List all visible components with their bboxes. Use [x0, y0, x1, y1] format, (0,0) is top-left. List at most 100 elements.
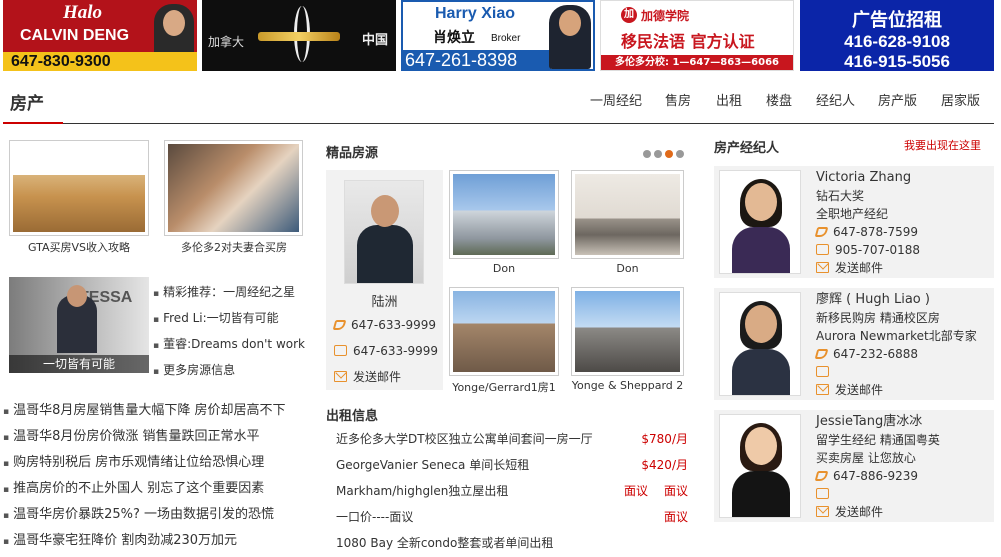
- ad-for-rent[interactable]: 广告位招租 416-628-9108 416-915-5056: [800, 0, 994, 71]
- nav-item-real-estate-board[interactable]: 房产版: [878, 90, 917, 109]
- carousel-dot[interactable]: [643, 150, 651, 158]
- agent-phone: 647-633-9999: [351, 318, 437, 332]
- property-card[interactable]: [449, 287, 559, 376]
- news-item[interactable]: 温哥华豪宅狂降价 割肉劲减230万加元: [3, 529, 308, 555]
- property-card[interactable]: [571, 287, 684, 376]
- nav-item-weekly-agent[interactable]: 一周经纪: [590, 90, 642, 109]
- nav-item-agents[interactable]: 经纪人: [816, 90, 855, 109]
- agent-line-1: 新移民购房 精通校区房: [816, 311, 940, 325]
- property-caption[interactable]: Yonge & Sheppard 2: [571, 379, 684, 392]
- agent-mail-row[interactable]: 发送邮件: [334, 368, 401, 385]
- nav-item-for-sale[interactable]: 售房: [665, 90, 691, 109]
- news-item[interactable]: 温哥华8月份房价微涨 销售量跌回正常水平: [3, 425, 308, 451]
- send-mail-link[interactable]: 发送邮件: [353, 370, 401, 384]
- list-item[interactable]: Fred Li:一切皆有可能: [153, 309, 305, 335]
- rental-price-2: 面议: [663, 484, 688, 498]
- agent-phone-row: 647-633-9999: [334, 344, 438, 358]
- send-mail-link[interactable]: 发送邮件: [835, 383, 883, 397]
- list-item[interactable]: 精彩推荐：一周经纪之星: [153, 283, 305, 309]
- header-accent: [3, 122, 63, 124]
- news-item[interactable]: 温哥华房价暴跌25%? 一场由数据引发的恐慌: [3, 503, 308, 529]
- join-agents-link[interactable]: 我要出现在这里: [904, 137, 981, 153]
- agent-phone: 647-886-9239: [833, 469, 919, 483]
- agent-photo[interactable]: [719, 170, 801, 274]
- feature-image[interactable]: TESSA 一切皆有可能: [9, 277, 149, 373]
- thumb-caption[interactable]: 多伦多2对夫妻合买房: [164, 239, 304, 255]
- ad-agent-role: Broker: [491, 33, 521, 44]
- property-card[interactable]: [571, 170, 684, 259]
- send-mail-link[interactable]: 发送邮件: [835, 261, 883, 275]
- nav-item-for-rent[interactable]: 出租: [716, 90, 742, 109]
- agent-head: [745, 427, 777, 465]
- agent-line-1: 钻石大奖: [816, 189, 865, 203]
- rental-price: $780/月: [641, 432, 688, 446]
- agent-name[interactable]: 陆洲: [326, 291, 443, 310]
- rental-price: $420/月: [641, 458, 688, 472]
- agent-mail-row[interactable]: 发送邮件: [816, 503, 940, 521]
- featured-listings-title: 精品房源: [326, 146, 379, 161]
- nav-item-home-board[interactable]: 居家版: [941, 90, 980, 109]
- rental-row[interactable]: GeorgeVanier Seneca 单间长短租 $420/月: [336, 456, 688, 482]
- thumb-couples-buying[interactable]: [164, 140, 303, 236]
- property-photo: [453, 174, 555, 255]
- ad-phone: 647-830-9300: [3, 52, 197, 71]
- property-caption[interactable]: Don: [571, 262, 684, 275]
- property-caption[interactable]: Don: [449, 262, 559, 275]
- ad-harry-xiao[interactable]: Harry Xiao 肖焕立 Broker 647-261-8398: [401, 0, 595, 71]
- rental-row[interactable]: Markham/highglen独立屋出租 面议 面议: [336, 482, 688, 508]
- agent-mail-row[interactable]: 发送邮件: [816, 259, 920, 277]
- rental-title[interactable]: GeorgeVanier Seneca 单间长短租: [336, 456, 529, 473]
- agent-line-2: 买卖房屋 让您放心: [816, 451, 916, 465]
- agent-figure: [357, 225, 413, 283]
- phone-icon: [814, 227, 829, 237]
- property-card[interactable]: [449, 170, 559, 259]
- news-item[interactable]: 推高房价的不止外国人 别忘了这个重要因素: [3, 477, 308, 503]
- list-item[interactable]: 董睿:Dreams don't work: [153, 335, 305, 361]
- send-mail-link[interactable]: 发送邮件: [835, 505, 883, 519]
- ad-jiade-college[interactable]: 加 加德学院 移民法语 官方认证 多伦多分校: 1—647—863—6066: [600, 0, 794, 71]
- houses-image: [13, 144, 145, 232]
- bottle-icon: [258, 32, 340, 41]
- news-item[interactable]: 购房特别税后 房市乐观情绪让位给恐惧心理: [3, 451, 308, 477]
- ad-canada-china[interactable]: 加拿大 中国: [202, 0, 396, 71]
- agent-photo[interactable]: [344, 180, 424, 284]
- rental-title[interactable]: 1080 Bay 全新condo整套或者单间出租: [336, 534, 553, 551]
- carousel-dot[interactable]: [654, 150, 662, 158]
- agent-phone: 647-232-6888: [833, 347, 919, 361]
- carousel-dot[interactable]: [676, 150, 684, 158]
- rental-row[interactable]: 近多伦多大学DT校区独立公寓单间套间一房一厅 $780/月: [336, 430, 688, 456]
- agent-head: [371, 195, 399, 227]
- agent-figure: [732, 227, 790, 273]
- news-item[interactable]: 温哥华8月房屋销售量大幅下降 房价却居高不下: [3, 399, 308, 425]
- agent-mail-row[interactable]: 发送邮件: [816, 381, 977, 399]
- carousel-dot-active[interactable]: [665, 150, 673, 158]
- rental-price: 面议: [663, 510, 688, 524]
- agent-name[interactable]: Victoria Zhang: [816, 169, 920, 187]
- telephone-icon: [816, 244, 829, 255]
- list-item[interactable]: 更多房源信息: [153, 361, 305, 387]
- listing-agent-card: 陆洲 647-633-9999 647-633-9999 发送邮件: [326, 170, 443, 390]
- ad-phone: 647-261-8398: [403, 50, 551, 69]
- nav-item-developments[interactable]: 楼盘: [766, 90, 792, 109]
- property-caption[interactable]: Yonge/Gerrard1房1: [449, 379, 559, 395]
- ad-agent-photo: [549, 5, 591, 69]
- telephone-icon: [816, 366, 829, 377]
- agent-info: Victoria Zhang 钻石大奖 全职地产经纪 647-878-7599 …: [814, 169, 920, 277]
- rental-row[interactable]: 一口价----面议 面议: [336, 508, 688, 534]
- rental-title[interactable]: 一口价----面议: [336, 508, 413, 525]
- rental-title[interactable]: 近多伦多大学DT校区独立公寓单间套间一房一厅: [336, 430, 593, 447]
- speaker-photo: TESSA 一切皆有可能: [9, 277, 149, 373]
- agent-line-2: 全职地产经纪: [816, 207, 889, 221]
- rental-title[interactable]: Markham/highglen独立屋出租: [336, 482, 508, 499]
- agent-card: JessieTang唐冰冰 留学生经纪 精通国粤英 买卖房屋 让您放心 647-…: [714, 410, 994, 522]
- rentals-list: 近多伦多大学DT校区独立公寓单间套间一房一厅 $780/月 GeorgeVani…: [336, 430, 688, 557]
- thumb-gta-buying[interactable]: [9, 140, 149, 236]
- agent-photo[interactable]: [719, 414, 801, 518]
- agent-head: [745, 183, 777, 221]
- ad-calvin-deng[interactable]: Halo CALVIN DENG 647-830-9300: [3, 0, 197, 71]
- agent-photo[interactable]: [719, 292, 801, 396]
- rental-row[interactable]: 1080 Bay 全新condo整套或者单间出租: [336, 534, 688, 557]
- thumb-caption[interactable]: GTA买房VS收入攻略: [9, 239, 149, 255]
- agent-name[interactable]: JessieTang唐冰冰: [816, 413, 940, 431]
- agent-name[interactable]: 廖辉 ( Hugh Liao ): [816, 291, 977, 309]
